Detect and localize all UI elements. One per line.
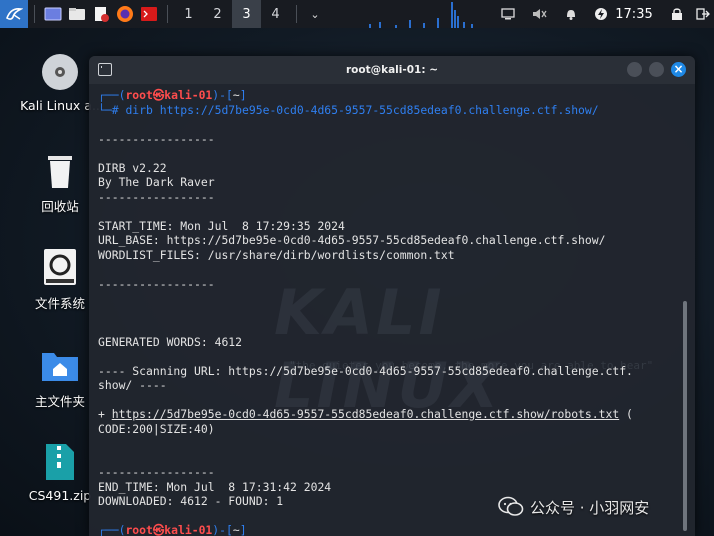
found-prefix: + xyxy=(98,407,112,421)
maximize-button[interactable] xyxy=(649,62,664,77)
screen-tray[interactable] xyxy=(497,0,519,28)
prompt-host: kali-01 xyxy=(164,523,213,536)
wechat-icon xyxy=(498,496,524,516)
power-manager-tray[interactable] xyxy=(591,0,611,28)
volume-tray[interactable] xyxy=(528,0,550,28)
clock[interactable]: 17:35 xyxy=(614,0,654,28)
minimize-button[interactable] xyxy=(627,62,642,77)
text-editor-launcher[interactable] xyxy=(89,0,113,28)
show-desktop-button[interactable] xyxy=(41,0,65,28)
terminal-titlebar[interactable]: root@kali-01: ~ × xyxy=(89,56,695,84)
separator: ----------------- xyxy=(98,465,215,479)
prompt-user: root xyxy=(125,88,153,102)
text-editor-icon xyxy=(95,7,109,22)
banner-author: By The Dark Raver xyxy=(98,175,215,189)
start-time: START_TIME: Mon Jul 8 17:29:35 2024 xyxy=(98,218,345,233)
panel-separator xyxy=(296,5,297,23)
workspace-2[interactable]: 2 xyxy=(203,0,232,28)
terminal-window[interactable]: root@kali-01: ~ × KALI LINUX "the quiete… xyxy=(89,56,695,536)
folder-icon xyxy=(69,8,85,20)
cpu-graph xyxy=(369,2,473,28)
power-bolt-icon xyxy=(595,8,607,20)
generated-words: GENERATED WORDS: 4612 xyxy=(98,334,243,349)
found-suffix: ( xyxy=(619,407,633,421)
panel-separator xyxy=(167,5,168,23)
firefox-launcher[interactable] xyxy=(113,0,137,28)
found-url-link[interactable]: https://5d7be95e-0cd0-4d65-9557-55cd85ed… xyxy=(112,407,619,421)
close-icon: × xyxy=(673,62,684,76)
workspace-1[interactable]: 1 xyxy=(174,0,203,28)
close-button[interactable]: × xyxy=(671,62,686,77)
logout-button[interactable] xyxy=(693,0,713,28)
separator: ----------------- xyxy=(98,131,215,146)
prompt-line: ┌──(root㉿kali-01)-[~] xyxy=(98,523,247,536)
firefox-icon xyxy=(117,6,133,22)
lock-icon xyxy=(672,8,682,20)
watermark-text: 公众号 · 小羽网安 xyxy=(530,498,650,517)
panel-separator xyxy=(34,5,35,23)
end-time: END_TIME: Mon Jul 8 17:31:42 2024 xyxy=(98,479,332,494)
chevron-down-icon: ⌄ xyxy=(310,7,320,21)
found-code: CODE:200|SIZE:40) xyxy=(98,421,215,436)
monitor-icon xyxy=(501,8,515,20)
lock-screen-button[interactable] xyxy=(667,0,687,28)
separator: ----------------- xyxy=(98,189,215,204)
prompt-user: root xyxy=(125,523,153,536)
command-line: └─# dirb https://5d7be95e-0cd0-4d65-9557… xyxy=(98,102,599,117)
wechat-watermark: 公众号 · 小羽网安 xyxy=(498,496,649,518)
scanning-line-2: show/ ---- xyxy=(98,378,167,392)
window-title: root@kali-01: ~ xyxy=(345,64,438,76)
scanning-line-1: ---- Scanning URL: https://5d7be95e-0cd0… xyxy=(98,363,633,378)
wordlist-files: WORDLIST_FILES: /usr/share/dirb/wordlist… xyxy=(98,247,455,262)
bell-icon xyxy=(567,10,575,20)
prompt-at: ㉿ xyxy=(152,88,165,102)
banner-version: DIRB v2.22 xyxy=(98,160,167,175)
window-list-dropdown[interactable]: ⌄ xyxy=(303,0,327,28)
prompt-at: ㉿ xyxy=(152,523,165,536)
prompt-dir: ~ xyxy=(232,523,240,536)
volume-muted-icon xyxy=(533,9,547,19)
prompt-host: kali-01 xyxy=(164,88,213,102)
kali-menu-button[interactable] xyxy=(0,0,28,28)
terminal-emulator-launcher[interactable] xyxy=(137,0,161,28)
url-base: URL_BASE: https://5d7be95e-0cd0-4d65-955… xyxy=(98,233,606,247)
notifications-tray[interactable] xyxy=(560,0,582,28)
logout-icon xyxy=(696,8,710,20)
found-line: + https://5d7be95e-0cd0-4d65-9557-55cd85… xyxy=(98,407,678,422)
command-text: dirb https://5d7be95e-0cd0-4d65-9557-55c… xyxy=(125,102,599,117)
terminal-icon xyxy=(98,63,112,76)
prompt-line: ┌──(root㉿kali-01)-[~] xyxy=(98,88,247,102)
workspace-3[interactable]: 3 xyxy=(232,0,261,28)
prompt-dir: ~ xyxy=(232,88,240,102)
terminal-scrollbar[interactable] xyxy=(683,301,687,531)
desktop-icon xyxy=(44,7,62,21)
terminal-red-icon xyxy=(141,7,157,21)
terminal-output[interactable]: ┌──(root㉿kali-01)-[~] └─# dirb https://5… xyxy=(98,88,678,536)
file-manager-launcher[interactable] xyxy=(65,0,89,28)
separator: ----------------- xyxy=(98,276,215,291)
kali-dragon-icon xyxy=(6,7,23,20)
workspace-4[interactable]: 4 xyxy=(261,0,290,28)
